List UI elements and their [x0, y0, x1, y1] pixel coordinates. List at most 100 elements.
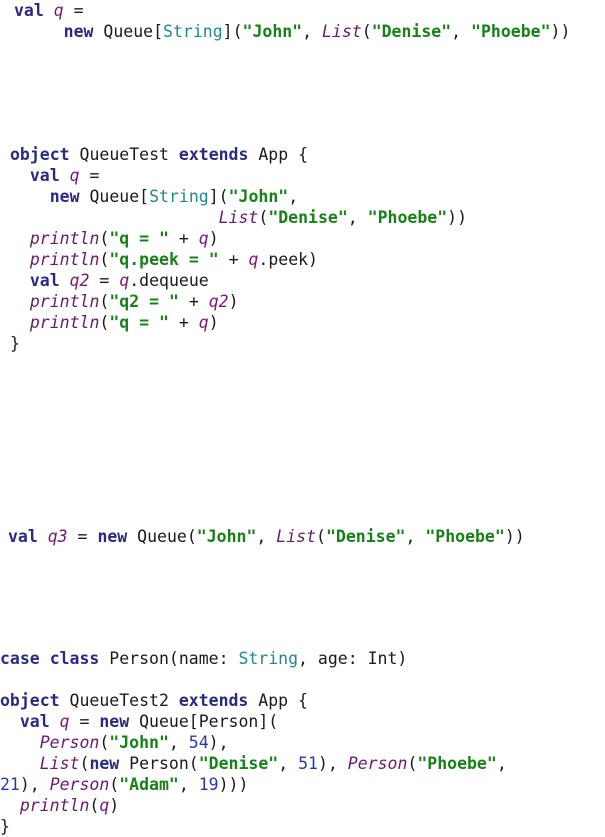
- code-text: }: [10, 334, 20, 353]
- string-literal: "Phoebe": [471, 22, 551, 41]
- code-line: val q2 = q.dequeue: [10, 270, 467, 291]
- code-text: Queue[: [79, 187, 150, 206]
- function-token: List: [39, 754, 80, 773]
- code-text: ,: [347, 208, 368, 227]
- keyword-token: new: [89, 754, 120, 773]
- string-literal: "Denise": [371, 22, 452, 41]
- keyword-token: val: [14, 1, 44, 20]
- function-token: List: [276, 527, 317, 546]
- code-text: ,: [168, 733, 189, 752]
- code-text: (: [361, 22, 372, 41]
- keyword-token: case: [0, 649, 40, 668]
- variable-token: q3: [47, 527, 68, 546]
- code-text: =: [67, 527, 98, 546]
- code-block-queuetest-object: object QueueTest extends App { val q = n…: [10, 144, 467, 354]
- code-text: =: [69, 712, 100, 731]
- code-text: ,: [405, 527, 426, 546]
- code-text: App {: [248, 691, 308, 710]
- string-literal: "John": [196, 527, 257, 546]
- code-text: )): [550, 22, 571, 41]
- function-token: List: [218, 208, 259, 227]
- string-literal: "Denise": [198, 754, 279, 773]
- string-literal: "Adam": [119, 775, 179, 794]
- string-literal: "q.peek = ": [109, 250, 219, 269]
- code-text: +: [168, 229, 199, 248]
- code-text: .dequeue: [129, 271, 209, 290]
- code-line: val q3 = new Queue("John", List("Denise"…: [8, 526, 525, 547]
- variable-token: q: [53, 1, 64, 20]
- code-text: ))): [218, 775, 249, 794]
- code-text: ,: [288, 187, 299, 206]
- code-text: ,: [278, 754, 299, 773]
- code-text: QueueTest: [69, 145, 179, 164]
- code-text: ): [228, 292, 239, 311]
- function-token: Person: [39, 733, 100, 752]
- code-line: List("Denise", "Phoebe")): [10, 207, 467, 228]
- code-line: val q =: [14, 0, 570, 21]
- code-text: ): [109, 796, 120, 815]
- string-literal: "q = ": [109, 313, 169, 332]
- code-text: (: [407, 754, 418, 773]
- variable-token: q: [69, 166, 80, 185]
- string-literal: "Denise": [268, 208, 348, 227]
- keyword-token: class: [49, 649, 100, 668]
- code-line: println("q.peek = " + q.peek): [10, 249, 467, 270]
- number-literal: 51: [298, 754, 318, 773]
- code-text: ,: [256, 527, 277, 546]
- type-token: String: [238, 649, 299, 668]
- code-text: }: [0, 817, 10, 836]
- function-token: List: [322, 22, 362, 41]
- code-text: ): [208, 313, 219, 332]
- keyword-token: val: [8, 527, 38, 546]
- string-literal: "John": [228, 187, 289, 206]
- code-line: case class Person(name: String, age: Int…: [0, 648, 507, 669]
- code-line: object QueueTest extends App {: [10, 144, 467, 165]
- string-literal: "Denise": [325, 527, 406, 546]
- code-block-person-queuetest2: case class Person(name: String, age: Int…: [0, 648, 507, 837]
- code-text: (: [99, 733, 110, 752]
- code-line: object QueueTest2 extends App {: [0, 690, 507, 711]
- code-line: new Queue[String]("John", List("Denise",…: [14, 21, 571, 42]
- code-text: )): [504, 527, 525, 546]
- code-text: )): [447, 208, 468, 227]
- code-text: (: [316, 527, 326, 546]
- code-text: (: [258, 208, 269, 227]
- code-line: }: [10, 333, 467, 354]
- function-token: Person: [49, 775, 110, 794]
- code-text: ),: [317, 754, 348, 773]
- type-token: String: [149, 187, 209, 206]
- code-line: println("q = " + q): [10, 228, 467, 249]
- code-line: }: [0, 816, 507, 837]
- string-literal: "q = ": [109, 229, 169, 248]
- keyword-token: val: [29, 166, 60, 185]
- keyword-token: new: [49, 187, 80, 206]
- variable-token: q: [119, 271, 130, 290]
- code-text: ),: [208, 733, 229, 752]
- variable-token: q: [99, 796, 110, 815]
- function-token: println: [29, 229, 100, 248]
- keyword-token: val: [19, 712, 50, 731]
- code-text: (: [89, 796, 100, 815]
- code-line: println("q = " + q): [10, 312, 467, 333]
- keyword-token: val: [29, 271, 60, 290]
- code-line: val q = new Queue[Person](: [0, 711, 507, 732]
- string-literal: "q2 = ": [109, 292, 179, 311]
- code-line: new Queue[String]("John",: [10, 186, 467, 207]
- function-token: println: [29, 250, 100, 269]
- code-text: ): [208, 229, 219, 248]
- code-block-queue-declaration: val q = new Queue[String]("John", List("…: [14, 0, 570, 42]
- code-text: ,: [178, 775, 199, 794]
- code-line: println(q): [0, 795, 507, 816]
- variable-token: q2: [208, 292, 229, 311]
